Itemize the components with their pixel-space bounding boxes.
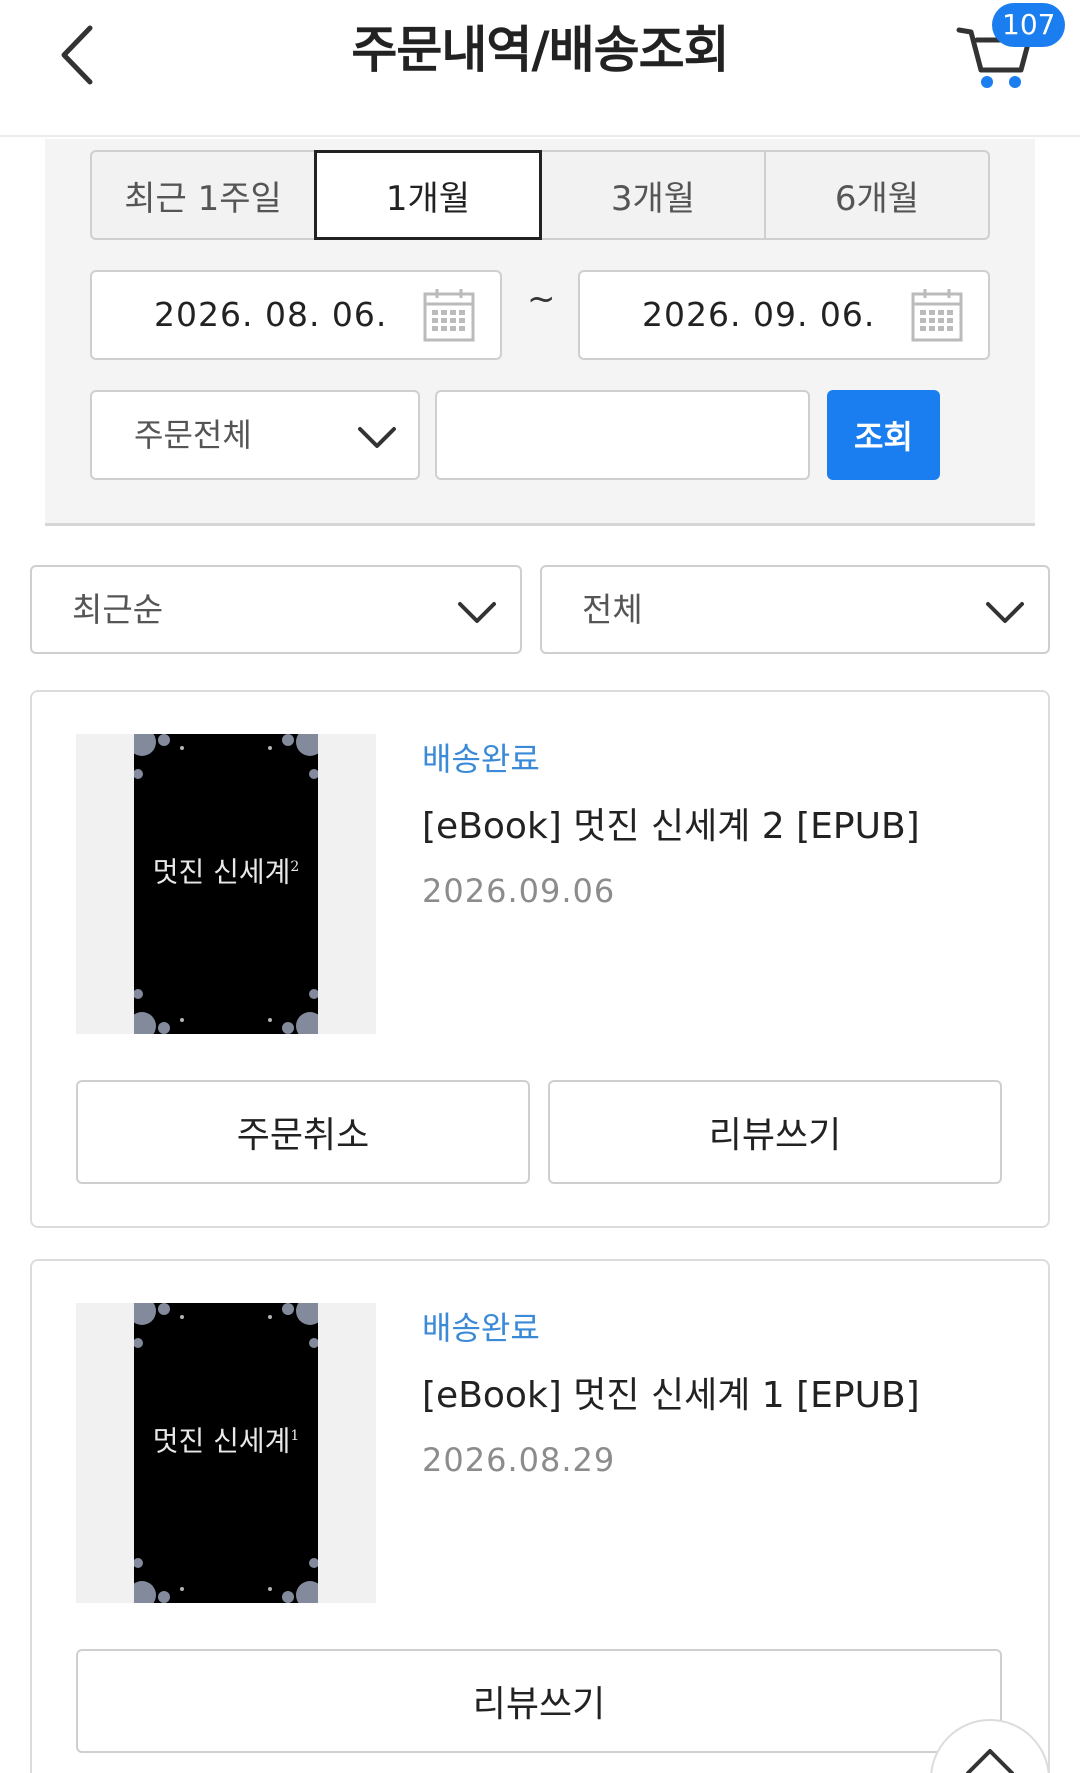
sort-order-dropdown[interactable]: 최근순 [30, 565, 522, 654]
write-review-button[interactable]: 리뷰쓰기 [76, 1649, 1002, 1753]
product-title[interactable]: [eBook] 멋진 신세계 2 [EPUB] [422, 797, 920, 849]
start-date-value: 2026. 08. 06. [154, 295, 388, 334]
order-type-value: 주문전체 [134, 416, 252, 454]
delivery-status: 배송완료 [422, 740, 540, 778]
cover-title: 멋진 신세계1 [152, 1424, 300, 1458]
book-cover-image: 멋진 신세계1 [134, 1303, 318, 1603]
period-tabs: 최근 1주일 1개월 3개월 6개월 [90, 150, 990, 240]
scroll-top-icon [966, 1749, 1014, 1773]
end-date-field[interactable]: 2026. 09. 06. [578, 270, 990, 360]
chevron-down-icon [358, 427, 396, 448]
sort-order-value: 최근순 [72, 590, 164, 629]
cover-title: 멋진 신세계2 [152, 855, 300, 889]
status-filter-dropdown[interactable]: 전체 [540, 565, 1050, 654]
status-filter-value: 전체 [582, 590, 643, 629]
order-card: 멋진 신세계1 배송완료 [eBook] 멋진 신세계 1 [EPUB] 202… [30, 1259, 1050, 1773]
book-cover[interactable]: 멋진 신세계2 [76, 734, 376, 1034]
calendar-icon [911, 289, 963, 342]
book-cover-image: 멋진 신세계2 [134, 734, 318, 1034]
delivery-status: 배송완료 [422, 1309, 540, 1347]
order-type-select[interactable]: 주문전체 [90, 390, 420, 480]
calendar-icon [423, 289, 475, 342]
period-tab-1week[interactable]: 최근 1주일 [90, 150, 316, 240]
product-title[interactable]: [eBook] 멋진 신세계 1 [EPUB] [422, 1366, 920, 1418]
top-header: 주문내역/배송조회 107 [0, 0, 1080, 137]
write-review-button[interactable]: 리뷰쓰기 [548, 1080, 1002, 1184]
search-filter-panel: 최근 1주일 1개월 3개월 6개월 2026. 08. 06. ~ 2026.… [45, 139, 1035, 526]
order-date: 2026.09.06 [422, 872, 616, 910]
search-input[interactable] [435, 390, 810, 480]
chevron-down-icon [458, 602, 496, 623]
cancel-order-button[interactable]: 주문취소 [76, 1080, 530, 1184]
period-tab-3months[interactable]: 3개월 [540, 150, 766, 240]
period-tab-1month[interactable]: 1개월 [314, 150, 542, 240]
chevron-down-icon [986, 602, 1024, 623]
order-date: 2026.08.29 [422, 1441, 616, 1479]
date-range-separator: ~ [527, 279, 556, 319]
search-button[interactable]: 조회 [827, 390, 940, 480]
page-title: 주문내역/배송조회 [351, 21, 729, 79]
end-date-value: 2026. 09. 06. [642, 295, 876, 334]
book-cover[interactable]: 멋진 신세계1 [76, 1303, 376, 1603]
order-card: 멋진 신세계2 배송완료 [eBook] 멋진 신세계 2 [EPUB] 202… [30, 690, 1050, 1228]
start-date-field[interactable]: 2026. 08. 06. [90, 270, 502, 360]
period-tab-6months[interactable]: 6개월 [764, 150, 990, 240]
cart-count-badge: 107 [992, 3, 1066, 47]
